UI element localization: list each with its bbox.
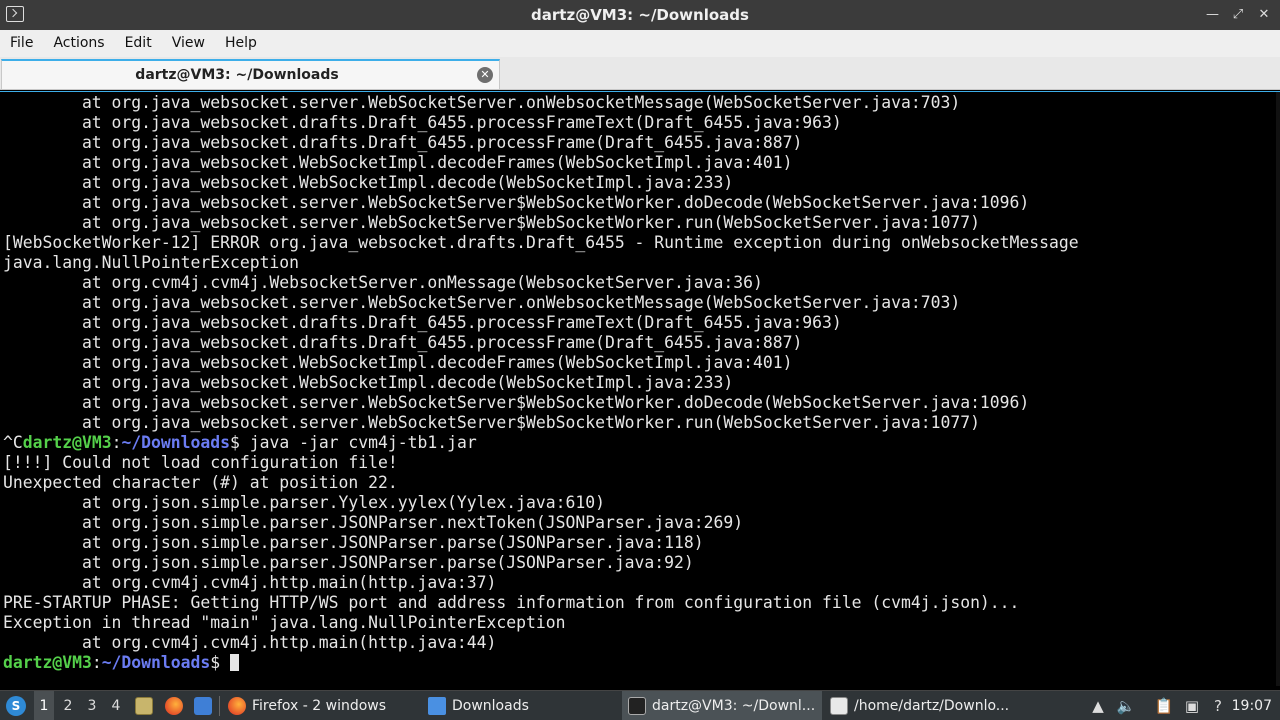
terminal-line: Exception in thread "main" java.lang.Nul… xyxy=(3,613,566,632)
terminal-line: at org.json.simple.parser.JSONParser.par… xyxy=(3,553,694,572)
prompt-user: dartz@VM3 xyxy=(22,433,112,452)
terminal-line: at org.cvm4j.cvm4j.http.main(http.java:3… xyxy=(3,573,497,592)
task-downloads[interactable]: Downloads xyxy=(422,691,622,720)
prompt-separator: : xyxy=(91,653,102,672)
task-terminal[interactable]: dartz@VM3: ~/Downl... xyxy=(622,691,822,720)
task-firefox[interactable]: Firefox - 2 windows xyxy=(222,691,422,720)
desktop-3[interactable]: 3 xyxy=(82,691,102,720)
menu-bar: File Actions Edit View Help xyxy=(0,30,1280,57)
terminal-line: java.lang.NullPointerException xyxy=(3,253,300,272)
menu-help[interactable]: Help xyxy=(215,30,267,57)
prompt-symbol: $ xyxy=(210,653,221,672)
terminal-line: at org.java_websocket.drafts.Draft_6455.… xyxy=(3,133,803,152)
firefox-icon xyxy=(228,697,246,715)
menu-edit[interactable]: Edit xyxy=(115,30,162,57)
text-editor-icon xyxy=(830,697,848,715)
menu-file[interactable]: File xyxy=(0,30,43,57)
terminal-line: at org.java_websocket.server.WebSocketSe… xyxy=(3,213,980,232)
terminal-line: at org.java_websocket.server.WebSocketSe… xyxy=(3,293,961,312)
window-controls: — ⤢ ✕ xyxy=(1206,0,1270,30)
terminal-line: at org.java_websocket.server.WebSocketSe… xyxy=(3,413,980,432)
terminal-line: at org.java_websocket.server.WebSocketSe… xyxy=(3,393,1030,412)
terminal-output: at org.java_websocket.server.WebSocketSe… xyxy=(3,93,1079,673)
terminal-line: at org.java_websocket.WebSocketImpl.deco… xyxy=(3,353,793,372)
terminal-line: at org.java_websocket.drafts.Draft_6455.… xyxy=(3,113,842,132)
tab-label: dartz@VM3: ~/Downloads xyxy=(135,67,339,83)
clipboard-icon[interactable]: 📋 xyxy=(1154,691,1174,720)
terminal-cursor xyxy=(230,654,239,671)
prompt-symbol: $ xyxy=(230,433,240,452)
interrupt-marker: ^C xyxy=(3,433,23,452)
terminal-line: at org.java_websocket.WebSocketImpl.deco… xyxy=(3,173,734,192)
terminal-line: at org.java_websocket.server.WebSocketSe… xyxy=(3,93,961,112)
terminal-line: at org.java_websocket.drafts.Draft_6455.… xyxy=(3,333,803,352)
terminal-view[interactable]: at org.java_websocket.server.WebSocketSe… xyxy=(0,91,1280,686)
tab-bar: dartz@VM3: ~/Downloads ✕ xyxy=(0,57,1280,90)
task-text-editor[interactable]: /home/dartz/Downlo... xyxy=(824,691,1024,720)
show-desktop-icon[interactable] xyxy=(193,691,213,720)
start-menu-icon[interactable]: S xyxy=(4,691,28,720)
tab-close-icon[interactable]: ✕ xyxy=(477,67,493,83)
menu-actions[interactable]: Actions xyxy=(43,30,114,57)
firefox-icon[interactable] xyxy=(164,691,184,720)
terminal-line: at org.json.simple.parser.Yylex.yylex(Yy… xyxy=(3,493,605,512)
tray-up-icon[interactable]: ▲ xyxy=(1088,691,1108,720)
terminal-line: [!!!] Could not load configuration file! xyxy=(3,453,398,472)
terminal-line: PRE-STARTUP PHASE: Getting HTTP/WS port … xyxy=(3,593,1020,612)
tab-terminal-session[interactable]: dartz@VM3: ~/Downloads ✕ xyxy=(1,59,500,89)
folder-icon xyxy=(428,697,446,715)
file-manager-icon[interactable] xyxy=(134,691,154,720)
help-icon[interactable]: ? xyxy=(1208,691,1228,720)
prompt-command: java -jar cvm4j-tb1.jar xyxy=(239,433,477,452)
task-label: dartz@VM3: ~/Downl... xyxy=(652,698,816,714)
terminal-line: [WebSocketWorker-12] ERROR org.java_webs… xyxy=(3,233,1079,252)
taskbar-separator xyxy=(218,691,220,720)
prompt-separator: : xyxy=(111,433,122,452)
prompt-path: ~/Downloads xyxy=(121,433,230,452)
terminal-prompt-line: ^Cdartz@VM3:~/Downloads$ java -jar cvm4j… xyxy=(3,433,1079,453)
task-label: Downloads xyxy=(452,698,529,714)
desktop-4[interactable]: 4 xyxy=(106,691,126,720)
task-label: /home/dartz/Downlo... xyxy=(854,698,1010,714)
desktop-2[interactable]: 2 xyxy=(58,691,78,720)
taskbar: S 1 2 3 4 Firefox - 2 windows Downloads … xyxy=(0,690,1280,720)
prompt-path: ~/Downloads xyxy=(101,653,211,672)
terminal-line: at org.java_websocket.WebSocketImpl.deco… xyxy=(3,153,793,172)
menu-view[interactable]: View xyxy=(162,30,215,57)
network-icon[interactable]: ▣ xyxy=(1182,691,1202,720)
maximize-icon[interactable]: ⤢ xyxy=(1232,8,1244,21)
terminal-line: Unexpected character (#) at position 22. xyxy=(3,473,398,492)
prompt-user: dartz@VM3 xyxy=(3,653,92,672)
terminal-line: at org.java_websocket.server.WebSocketSe… xyxy=(3,193,1030,212)
terminal-line: at org.json.simple.parser.JSONParser.nex… xyxy=(3,513,744,532)
clock[interactable]: 19:07 xyxy=(1232,691,1272,720)
window-titlebar[interactable]: dartz@VM3: ~/Downloads — ⤢ ✕ xyxy=(0,0,1280,30)
terminal-line: at org.java_websocket.WebSocketImpl.deco… xyxy=(3,373,734,392)
terminal-line: at org.json.simple.parser.JSONParser.par… xyxy=(3,533,704,552)
minimize-icon[interactable]: — xyxy=(1206,8,1219,21)
terminal-line: at org.cvm4j.cvm4j.http.main(http.java:4… xyxy=(3,633,497,652)
terminal-icon xyxy=(628,697,646,715)
task-label: Firefox - 2 windows xyxy=(252,698,387,714)
terminal-prompt-line: dartz@VM3:~/Downloads$ xyxy=(3,653,1079,673)
terminal-line: at org.cvm4j.cvm4j.WebsocketServer.onMes… xyxy=(3,273,763,292)
window-title: dartz@VM3: ~/Downloads xyxy=(531,6,749,24)
volume-icon[interactable]: 🔈 xyxy=(1116,691,1136,720)
desktop-1[interactable]: 1 xyxy=(34,691,54,720)
terminal-line: at org.java_websocket.drafts.Draft_6455.… xyxy=(3,313,842,332)
close-icon[interactable]: ✕ xyxy=(1258,8,1270,21)
terminal-scrollbar[interactable] xyxy=(1276,92,1280,686)
